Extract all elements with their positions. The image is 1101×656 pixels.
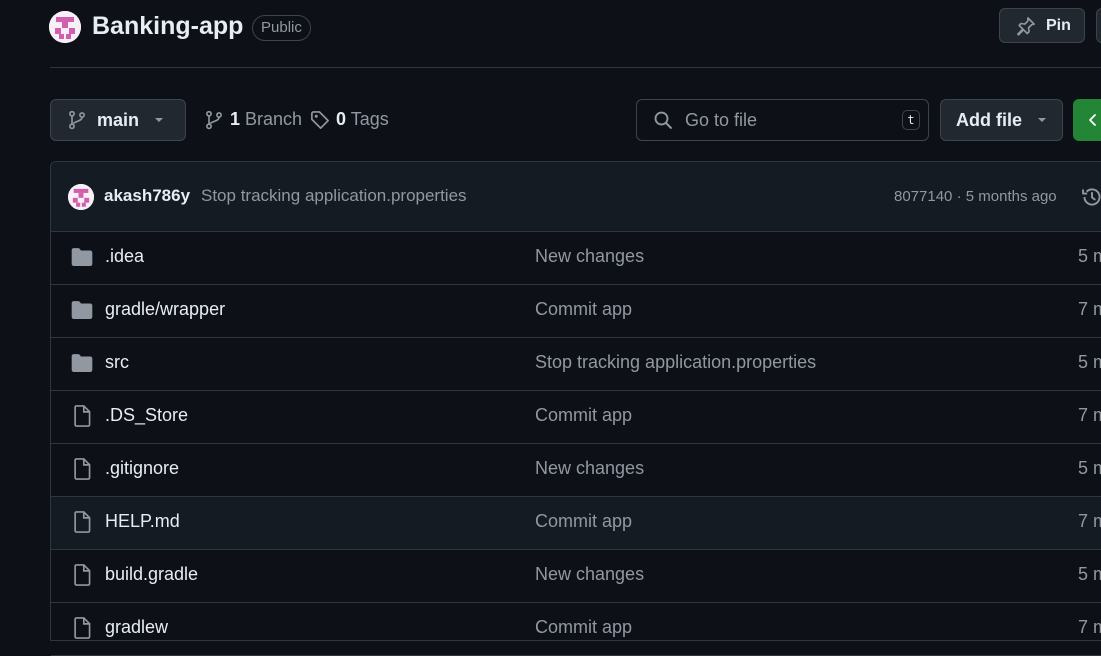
identicon-icon xyxy=(49,11,81,43)
file-name-link[interactable]: .idea xyxy=(105,246,144,267)
file-row[interactable]: src Stop tracking application.properties 5… xyxy=(51,338,1101,391)
pin-icon xyxy=(1017,16,1035,36)
tag-count-label: Tags xyxy=(350,109,389,129)
file-icon xyxy=(74,458,91,480)
commit-message[interactable]: Stop tracking application.properties xyxy=(201,186,467,206)
file-icon xyxy=(74,405,91,427)
file-name-link[interactable]: gradlew xyxy=(105,617,168,638)
file-commit-date: 5 m xyxy=(1078,246,1101,266)
git-branch-icon xyxy=(206,110,222,129)
file-commit-date: 5 m xyxy=(1078,564,1101,584)
file-icon xyxy=(74,617,91,639)
file-row[interactable]: gradle/wrapper Commit app 7 m xyxy=(51,285,1101,338)
file-commit-date: 5 m xyxy=(1078,458,1101,478)
commit-meta: 8077140 · 5 months ago xyxy=(894,188,1057,205)
commit-hash[interactable]: 8077140 xyxy=(894,188,952,205)
tag-count: 0 xyxy=(336,109,347,129)
visibility-badge: Public xyxy=(252,15,311,41)
pin-button[interactable]: Pin xyxy=(999,8,1085,43)
add-file-label: Add file xyxy=(956,109,1022,130)
file-browser: akash786y Stop tracking application.prop… xyxy=(50,161,1101,656)
chevron-down-icon xyxy=(1038,118,1046,122)
file-commit-message[interactable]: Commit app xyxy=(535,617,632,638)
pin-label: Pin xyxy=(1046,16,1071,34)
file-commit-message[interactable]: Stop tracking application.properties xyxy=(535,352,816,373)
file-commit-date: 7 m xyxy=(1078,405,1101,425)
file-commit-message[interactable]: New changes xyxy=(535,564,644,585)
file-name-link[interactable]: build.gradle xyxy=(105,564,198,585)
file-commit-date: 7 m xyxy=(1078,511,1101,531)
file-icon xyxy=(73,405,91,432)
branches-link[interactable]: 1 Branch xyxy=(204,109,302,130)
folder-icon xyxy=(71,247,93,272)
file-row[interactable]: gradlew Commit app 7 m xyxy=(51,603,1101,656)
file-commit-date: 7 m xyxy=(1078,617,1101,637)
git-branch-icon xyxy=(69,110,85,130)
file-row[interactable]: .DS_Store Commit app 7 m xyxy=(51,391,1101,444)
history-icon[interactable] xyxy=(1081,186,1101,208)
code-icon xyxy=(1089,114,1096,126)
folder-icon xyxy=(71,354,93,372)
file-row[interactable]: .gitignore New changes 5 m xyxy=(51,444,1101,497)
search-icon xyxy=(654,111,672,129)
branch-name: main xyxy=(97,109,140,130)
branch-count: 1 xyxy=(230,109,241,129)
commit-author-avatar[interactable] xyxy=(68,184,94,210)
file-icon xyxy=(73,617,91,644)
commit-age: 5 months ago xyxy=(965,188,1057,205)
commit-separator: · xyxy=(956,188,962,205)
file-name-link[interactable]: src xyxy=(105,352,129,373)
file-name-link[interactable]: gradle/wrapper xyxy=(105,299,225,320)
latest-commit-bar: akash786y Stop tracking application.prop… xyxy=(51,162,1101,232)
tags-link[interactable]: 0 Tags xyxy=(310,109,389,130)
file-commit-message[interactable]: Commit app xyxy=(535,405,632,426)
file-icon xyxy=(73,511,91,538)
repo-name[interactable]: Banking-app xyxy=(92,12,243,41)
search-shortcut-key: t xyxy=(902,110,920,130)
chevron-down-icon xyxy=(155,118,164,122)
folder-icon xyxy=(71,300,93,325)
file-commit-date: 7 m xyxy=(1078,299,1101,319)
file-icon xyxy=(74,564,91,586)
identicon-icon xyxy=(68,184,94,210)
file-icon xyxy=(73,458,91,485)
file-commit-message[interactable]: New changes xyxy=(535,246,644,267)
add-file-button[interactable]: Add file xyxy=(940,99,1063,141)
go-to-file-search[interactable]: Go to file t xyxy=(636,99,929,141)
commit-author[interactable]: akash786y xyxy=(104,186,190,206)
tag-icon xyxy=(311,110,329,129)
search-placeholder: Go to file xyxy=(685,109,758,130)
file-commit-message[interactable]: Commit app xyxy=(535,299,632,320)
folder-icon xyxy=(71,301,93,319)
folder-icon xyxy=(71,248,93,266)
file-commit-message[interactable]: Commit app xyxy=(535,511,632,532)
file-commit-date: 5 m xyxy=(1078,352,1101,372)
file-name-link[interactable]: .DS_Store xyxy=(105,405,188,426)
code-button[interactable] xyxy=(1073,99,1101,141)
branch-selector[interactable]: main xyxy=(50,99,186,141)
file-commit-message[interactable]: New changes xyxy=(535,458,644,479)
file-icon xyxy=(73,564,91,591)
file-name-link[interactable]: HELP.md xyxy=(105,511,180,532)
file-name-link[interactable]: .gitignore xyxy=(105,458,179,479)
file-row[interactable]: HELP.md Commit app 7 m xyxy=(51,497,1101,550)
folder-icon xyxy=(71,353,93,378)
branch-count-label: Branch xyxy=(245,109,303,129)
header-divider xyxy=(50,67,1101,68)
watch-button[interactable] xyxy=(1096,8,1101,43)
repo-owner-avatar[interactable] xyxy=(49,11,81,43)
file-row[interactable]: .idea New changes 5 m xyxy=(51,232,1101,285)
file-icon xyxy=(74,511,91,533)
file-row[interactable]: build.gradle New changes 5 m xyxy=(51,550,1101,603)
